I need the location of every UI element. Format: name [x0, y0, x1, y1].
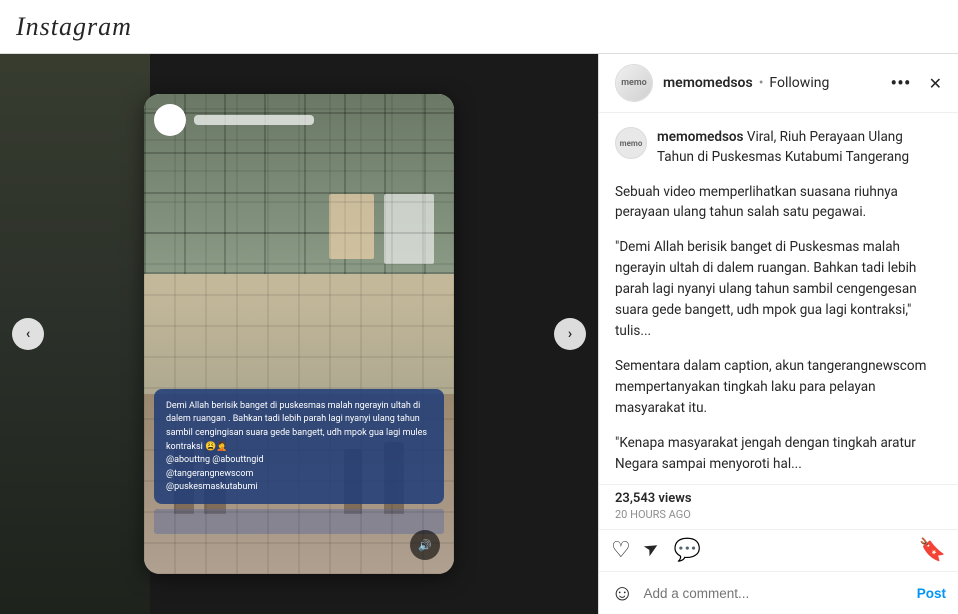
post-media-area: ‹ › — [0, 54, 598, 614]
comment-input[interactable] — [643, 586, 906, 601]
phone-text-overlay: Demi Allah berisik banget di puskesmas m… — [154, 389, 444, 504]
sound-icon: 🔊 — [418, 539, 432, 552]
caption-username[interactable]: memomedsos — [657, 129, 743, 145]
post-header-info: memomedsos • Following — [663, 75, 872, 91]
phone-screen: Demi Allah berisik banget di puskesmas m… — [144, 94, 454, 574]
phone-sound-icon[interactable]: 🔊 — [410, 530, 440, 560]
post-meta: 23,543 views 20 Hours Ago — [599, 484, 958, 529]
post-avatar: memo — [615, 64, 653, 102]
like-button[interactable]: ♡ — [611, 538, 631, 563]
post-comment-button[interactable]: Post — [917, 586, 946, 601]
instagram-topbar: Instagram — [0, 0, 958, 54]
caption-block: memo memomedsos Viral, Riuh Perayaan Ula… — [615, 127, 942, 168]
instagram-logo: Instagram — [16, 12, 132, 42]
caption-text: memomedsos Viral, Riuh Perayaan Ulang Ta… — [657, 127, 942, 168]
post-header: memo memomedsos • Following ••• ✕ — [599, 54, 958, 113]
post-info-panel: memo memomedsos • Following ••• ✕ memo m… — [598, 54, 958, 614]
next-arrow[interactable]: › — [554, 318, 586, 350]
prev-arrow[interactable]: ‹ — [12, 318, 44, 350]
body-text-1: Sebuah video memperlihatkan suasana riuh… — [615, 182, 942, 224]
save-button[interactable]: 🔖 — [919, 538, 946, 563]
post-username[interactable]: memomedsos — [663, 75, 753, 91]
post-timestamp: 20 Hours Ago — [615, 508, 942, 521]
close-button[interactable]: ✕ — [929, 74, 942, 93]
more-options-button[interactable]: ••• — [882, 71, 918, 95]
quoted-text-1: "Demi Allah berisik banget di Puskesmas … — [615, 237, 942, 342]
story-avatar — [154, 104, 186, 136]
caption-avatar: memo — [615, 127, 647, 159]
comment-button[interactable]: 💬 — [674, 538, 701, 563]
quoted-text-2: "Kenapa masyarakat jengah dengan tingkah… — [615, 433, 942, 475]
comment-input-area: ☺ Post — [599, 571, 958, 614]
post-caption-area[interactable]: memo memomedsos Viral, Riuh Perayaan Ula… — [599, 113, 958, 484]
story-username-bar — [194, 115, 314, 125]
emoji-button[interactable]: ☺ — [611, 580, 633, 606]
story-header — [154, 104, 444, 136]
action-row: ♡ ➤ 💬 🔖 — [599, 529, 958, 571]
views-count: 23,543 views — [615, 491, 942, 506]
main-area: ‹ › — [0, 54, 958, 614]
avatar-memo-logo: memo — [616, 65, 652, 101]
separator: • — [759, 75, 764, 91]
phone-mockup: Demi Allah berisik banget di puskesmas m… — [144, 94, 454, 574]
share-button[interactable]: ➤ — [639, 536, 663, 562]
post-follow-status[interactable]: Following — [769, 75, 829, 91]
body-text-2: Sementara dalam caption, akun tangerangn… — [615, 356, 942, 419]
